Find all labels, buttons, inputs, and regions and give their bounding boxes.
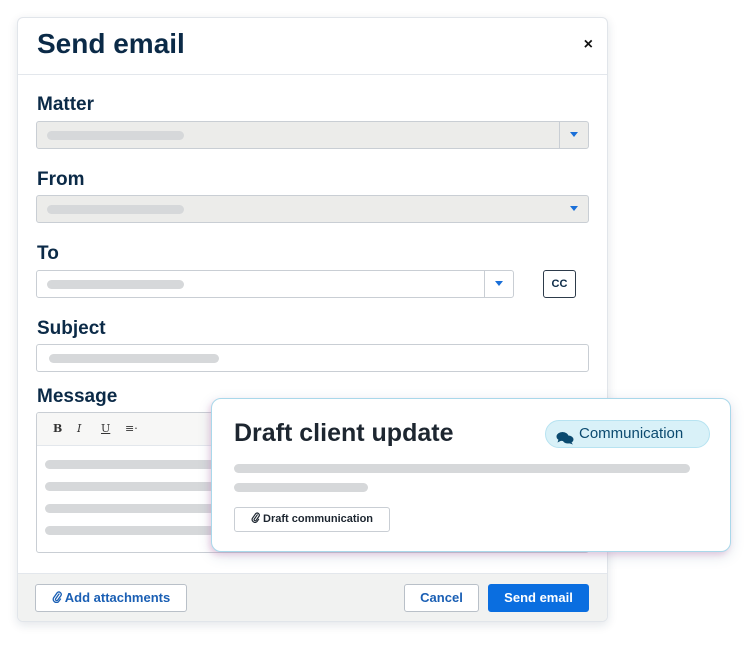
subject-label: Subject	[37, 318, 106, 339]
chevron-down-icon	[495, 281, 503, 286]
from-label: From	[37, 169, 85, 190]
matter-select[interactable]	[36, 121, 589, 149]
dialog-title: Send email	[37, 28, 185, 59]
dialog-footer: Add attachments Cancel Send email	[18, 573, 607, 621]
communication-tag: Communication	[545, 420, 710, 448]
to-label: To	[37, 243, 59, 264]
align-dropdown-button[interactable]: ≡·	[125, 422, 138, 435]
card-skeleton-line	[234, 483, 368, 492]
close-icon[interactable]: ×	[584, 36, 593, 54]
message-label: Message	[37, 386, 118, 407]
matter-label: Matter	[37, 94, 95, 115]
chevron-down-icon	[570, 206, 578, 211]
cancel-button[interactable]: Cancel	[404, 584, 479, 612]
draft-client-update-card[interactable]: Draft client update Communication Draft …	[211, 398, 731, 552]
communication-tag-label: Communication	[579, 425, 684, 442]
paperclip-icon	[52, 585, 62, 611]
to-select[interactable]	[36, 270, 514, 298]
from-select[interactable]	[36, 195, 589, 223]
chat-bubbles-icon	[556, 428, 574, 445]
to-placeholder-skeleton	[47, 280, 184, 289]
paperclip-icon	[251, 512, 263, 525]
add-attachments-label: Add attachments	[64, 590, 171, 605]
subject-placeholder-skeleton	[49, 354, 219, 363]
add-attachments-button[interactable]: Add attachments	[35, 584, 187, 612]
subject-input[interactable]	[36, 344, 589, 372]
message-skeleton-line	[45, 460, 225, 469]
matter-dropdown-button[interactable]	[559, 122, 588, 148]
matter-placeholder-skeleton	[47, 131, 184, 140]
to-dropdown-button[interactable]	[484, 271, 513, 297]
draft-communication-button[interactable]: Draft communication	[234, 507, 390, 532]
chevron-down-icon	[570, 132, 578, 137]
from-placeholder-skeleton	[47, 205, 184, 214]
send-email-button[interactable]: Send email	[488, 584, 589, 612]
italic-button[interactable]: I	[77, 422, 81, 435]
bold-button[interactable]: B	[53, 422, 62, 435]
underline-button[interactable]: U	[101, 422, 110, 435]
draft-communication-label: Draft communication	[263, 513, 374, 525]
message-skeleton-line	[45, 482, 225, 491]
message-skeleton-line	[45, 504, 225, 513]
cc-button[interactable]: CC	[543, 270, 576, 298]
message-skeleton-line	[45, 526, 225, 535]
card-title: Draft client update	[234, 419, 454, 447]
dialog-header: Send email ×	[18, 18, 607, 75]
card-skeleton-line	[234, 464, 690, 473]
